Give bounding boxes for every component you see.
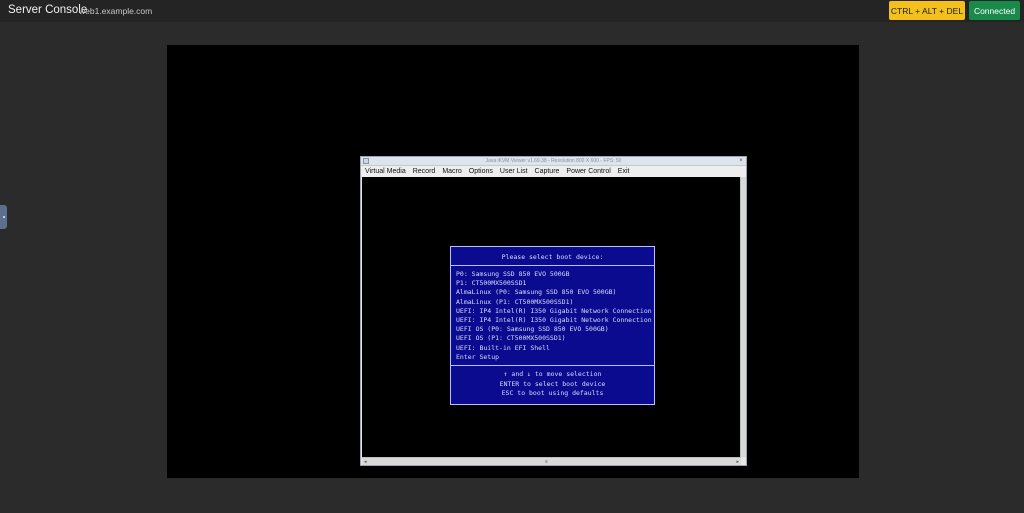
boot-option[interactable]: UEFI: IP4 Intel(R) I350 Gigabit Network … (456, 307, 654, 316)
menu-options[interactable]: Options (469, 168, 493, 175)
top-bar: Server Console web1.example.com CTRL + A… (0, 0, 1024, 22)
menu-capture[interactable]: Capture (535, 168, 560, 175)
scroll-right-icon[interactable]: ▸ (736, 458, 739, 466)
menu-user-list[interactable]: User List (500, 168, 528, 175)
boot-option[interactable]: P1: CT500MX500SSD1 (456, 279, 654, 288)
scroll-thumb-icon[interactable]: ≡ (545, 458, 548, 466)
handle-dot-icon (2, 216, 5, 218)
boot-option[interactable]: Enter Setup (456, 353, 654, 362)
vertical-scrollbar[interactable] (740, 177, 746, 457)
menu-macro[interactable]: Macro (442, 168, 461, 175)
boot-option[interactable]: UEFI OS (P1: CT500MX500SSD1) (456, 334, 654, 343)
java-window-title: Java iKVM Viewer v1.69.38 - Resolution 8… (485, 158, 622, 164)
boot-option[interactable]: AlmaLinux (P1: CT500MX500SSD1) (456, 298, 654, 307)
connection-status-button[interactable]: Connected (969, 1, 1020, 20)
horizontal-scrollbar[interactable]: ◂ ≡ ▸ (362, 457, 741, 465)
side-panel-handle[interactable] (0, 205, 7, 229)
menu-record[interactable]: Record (413, 168, 436, 175)
boot-option[interactable]: UEFI OS (P0: Samsung SSD 850 EVO 500GB) (456, 325, 654, 334)
java-app-icon (363, 158, 369, 164)
boot-device-list: P0: Samsung SSD 850 EVO 500GB P1: CT500M… (451, 266, 654, 362)
help-enter: ENTER to select boot device (499, 379, 606, 388)
menu-virtual-media[interactable]: Virtual Media (365, 168, 406, 175)
boot-menu-help: ↑ and ↓ to move selection ENTER to selec… (451, 365, 654, 404)
help-escape: ESC to boot using defaults (501, 389, 604, 397)
boot-option[interactable]: UEFI: IP4 Intel(R) I350 Gigabit Network … (456, 316, 654, 325)
boot-option-selected[interactable]: P0: Samsung SSD 850 EVO 500GB (456, 270, 570, 278)
boot-device-menu: Please select boot device: P0: Samsung S… (450, 246, 655, 405)
close-icon[interactable]: × (738, 158, 744, 164)
ctrl-alt-del-button[interactable]: CTRL + ALT + DEL (889, 1, 965, 20)
boot-option[interactable]: UEFI: Built-in EFI Shell (456, 344, 654, 353)
boot-option: P0: Samsung SSD 850 EVO 500GB (456, 270, 654, 279)
scroll-left-icon[interactable]: ◂ (364, 458, 367, 466)
java-window-titlebar[interactable]: Java iKVM Viewer v1.69.38 - Resolution 8… (361, 157, 746, 166)
host-name: web1.example.com (79, 6, 153, 16)
boot-menu-header: Please select boot device: (451, 247, 654, 266)
menu-power-control[interactable]: Power Control (566, 168, 610, 175)
menu-exit[interactable]: Exit (618, 168, 630, 175)
help-navigation: ↑ and ↓ to move selection (503, 370, 602, 378)
java-menu-bar: Virtual Media Record Macro Options User … (361, 166, 746, 177)
boot-option[interactable]: AlmaLinux (P0: Samsung SSD 850 EVO 500GB… (456, 288, 654, 297)
app-title: Server Console (8, 4, 88, 16)
